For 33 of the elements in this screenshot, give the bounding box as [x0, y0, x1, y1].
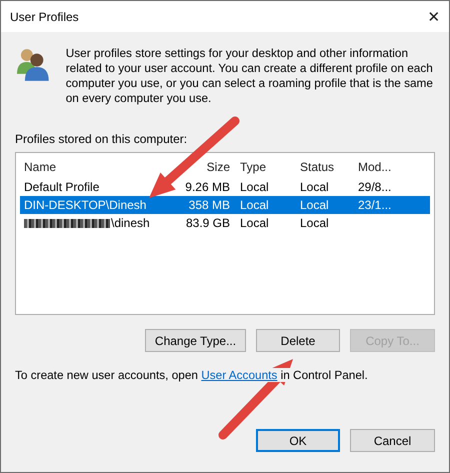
profile-row[interactable]: Default Profile 9.26 MB Local Local 29/8... [20, 178, 430, 196]
column-header[interactable]: Status [296, 160, 354, 174]
table-cell-text: Local [239, 216, 270, 230]
dialog-button[interactable]: OK [256, 429, 340, 452]
table-cell: Default Profile [24, 180, 100, 194]
action-button[interactable]: Delete [256, 329, 340, 352]
table-cell-text: 29/8... [357, 180, 392, 194]
users-icon [15, 46, 51, 82]
table-cell-text: Local [299, 198, 330, 212]
table-cell-text: Local [239, 198, 270, 212]
column-header[interactable]: Size [170, 160, 236, 174]
dialog-button[interactable]: Cancel [350, 429, 435, 452]
table-cell-text: 83.9 GB [184, 216, 231, 230]
table-cell-text: Local [299, 216, 330, 230]
user-accounts-link[interactable]: User Accounts [201, 368, 278, 382]
table-cell-text: 23/1... [357, 198, 392, 212]
profile-row[interactable]: DIN-DESKTOP\Dinesh 358 MB Local Local 23/1... [20, 196, 430, 214]
column-header[interactable]: Mod... [354, 160, 398, 174]
column-header[interactable]: Type [236, 160, 296, 174]
table-cell-text: Local [299, 180, 330, 194]
table-cell-text: 358 MB [188, 198, 231, 212]
description-text: User profiles store settings for your desktop and other information related to your user account. You can create a different profile on each computer you use, or you can select a roaming profile that is the same on every computer you use. [66, 46, 434, 106]
column-header[interactable]: Name [20, 160, 170, 174]
table-cell-text: 9.26 MB [184, 180, 231, 194]
window-title: User Profiles [10, 10, 79, 24]
profile-row[interactable]: \dinesh 83.9 GB Local Local [20, 214, 430, 232]
action-button[interactable]: Change Type... [145, 329, 246, 352]
table-cell-text: Local [239, 180, 270, 194]
profiles-label: Profiles stored on this computer: [15, 132, 188, 146]
close-button[interactable]: ✕ [419, 8, 449, 26]
table-cell: \dinesh [111, 216, 150, 230]
footer-text: To create new user accounts, open User Accounts in Control Panel. [15, 368, 368, 382]
table-cell: DIN-DESKTOP\Dinesh [24, 198, 146, 212]
